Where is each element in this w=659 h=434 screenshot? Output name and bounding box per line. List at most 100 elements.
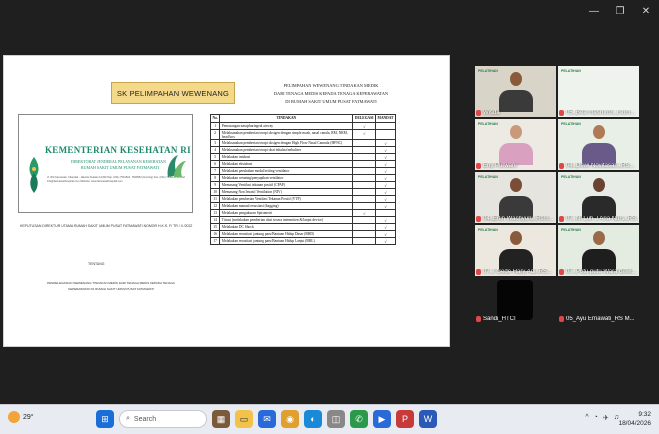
widget-icon[interactable]: ▦ (212, 410, 230, 428)
tile-logo: PELATIHAN (478, 69, 498, 73)
cell-delegasi (352, 216, 376, 225)
search-box[interactable]: ⌕ Search (119, 410, 207, 428)
cell-no: 3 (209, 139, 221, 148)
participant-tile[interactable]: PELATIHAN 04_Dewi Novitasari_RS... (558, 119, 639, 170)
table-row: 14 Titrasi (melakukan pemberian obat seca… (209, 216, 396, 225)
mic-muted-icon (476, 269, 481, 275)
cell-no: 9 (209, 181, 221, 190)
participant-name-label: 07_I Gede Hary Adi_RS... (476, 269, 555, 275)
tile-logo: PELATIHAN (478, 175, 498, 179)
powerpoint-icon[interactable]: P (396, 410, 414, 428)
table-row: 11 Melakukan pemberian Ventilasi Tekanan … (209, 195, 396, 204)
mic-muted-icon (559, 269, 564, 275)
participant-tile[interactable]: PELATIHAN Wisda (475, 66, 556, 117)
participant-tile[interactable]: 05_Ayu Ernawati_RS M... (558, 278, 639, 323)
mic-muted-icon (559, 316, 564, 322)
participant-tile[interactable]: PELATIHAN Eny Purwani (475, 119, 556, 170)
participant-name: Eny Purwani (483, 163, 517, 169)
mic-muted-icon (476, 316, 481, 322)
close-button[interactable]: ✕ (639, 6, 653, 17)
start-icon[interactable]: ⊞ (96, 410, 114, 428)
minimize-button[interactable]: — (587, 6, 601, 17)
participant-body (499, 143, 533, 165)
participant-tile[interactable]: PELATIHAN 07_I Gede Hary Adi_RS... (475, 225, 556, 276)
cell-tindakan: Melakukan ekstubasi (219, 160, 354, 169)
camera-icon[interactable]: ◫ (327, 410, 345, 428)
restore-button[interactable]: ❐ (613, 6, 627, 17)
cell-no: 2 (209, 128, 221, 141)
table-row: 1 Pemasangan nasopharingeal airway √ (209, 122, 396, 130)
participant-tile[interactable]: PELATIHAN 07_Putu putu Wara dewi... (558, 225, 639, 276)
cell-no: 6 (209, 160, 221, 169)
cell-no: 5 (209, 153, 221, 162)
temperature: 29° (23, 413, 34, 421)
cell-tindakan: Pemasangan nasopharingeal airway (219, 122, 354, 130)
cell-tindakan: Melakukan weaning/penyapihan ventilator (219, 174, 354, 183)
word-icon[interactable]: W (419, 410, 437, 428)
cell-mandat: √ (375, 216, 396, 225)
mail-icon[interactable]: ✉ (258, 410, 276, 428)
cell-mandat (375, 209, 396, 218)
participant-name-label: 05_Bea masruroh_rsum... (559, 110, 638, 116)
heading-line: DARI TENAGA MEDIS KEPADA TENAGA KEPERAWA… (273, 91, 389, 96)
participant-name-label: Wisda (476, 110, 555, 116)
cell-no: 7 (209, 167, 221, 176)
cell-delegasi: √ (352, 128, 376, 141)
cell-no: 15 (209, 223, 221, 232)
zoom-icon[interactable]: ▶ (373, 410, 391, 428)
cell-delegasi (352, 153, 376, 162)
search-placeholder: Search (133, 415, 157, 423)
edge-icon[interactable]: ◐ (304, 410, 322, 428)
file-explorer-icon[interactable]: ▭ (235, 410, 253, 428)
participant-face (593, 178, 605, 192)
participant-name: 05_Bea masruroh_rsum... (566, 110, 636, 116)
wifi-icon[interactable]: ✈ (603, 414, 609, 422)
taskbar-apps: ⊞ ⌕ Search ▦ ▭ ✉ ◉ ◐ ◫ ✆ ▶ P W (96, 410, 437, 428)
participant-name-label: 07_Ni Luh J Aria Nurs_RS... (559, 216, 638, 222)
cell-tindakan: Melakukan DC Shock (219, 223, 354, 232)
cell-mandat: √ (375, 160, 396, 169)
cell-delegasi (352, 223, 376, 232)
tray-app-icon[interactable]: ◔ (594, 414, 598, 422)
weather-sun-icon (8, 411, 20, 423)
cell-mandat: √ (375, 181, 396, 190)
cell-no: 10 (209, 188, 221, 197)
participant-tile[interactable]: PELATIHAN 05_Bea masruroh_rsum... (558, 66, 639, 117)
cell-delegasi: √ (352, 122, 376, 130)
cell-delegasi (352, 146, 376, 155)
cell-no: 11 (209, 195, 221, 204)
participant-tile[interactable]: PELATIHAN 04_Erlin Wachyuni_Rsm... (475, 172, 556, 223)
participant-name-label: 04_Dewi Novitasari_RS... (559, 163, 638, 169)
cell-tindakan: Melakukan intubasi (219, 153, 354, 162)
participant-tile[interactable]: Sandi_HTCI (475, 278, 556, 323)
participant-face (510, 178, 522, 192)
clock[interactable]: 9:32 18/04/2026 (618, 410, 651, 428)
weather-widget[interactable]: 29° (8, 411, 34, 423)
tile-logo: PELATIHAN (478, 122, 498, 126)
tray-overflow-icon[interactable]: ^ (585, 414, 588, 422)
participant-name: 07_I Gede Hary Adi_RS... (483, 269, 553, 275)
chrome-icon[interactable]: ◉ (281, 410, 299, 428)
heading-line: PELIMPAHAN WEWENANG TINDAKAN MEDIK (283, 83, 379, 88)
table-row: 5 Melakukan intubasi √ (209, 153, 396, 162)
cell-mandat: √ (375, 230, 396, 239)
window-controls: — ❐ ✕ (587, 6, 653, 17)
participant-body (499, 196, 533, 218)
mic-muted-icon (476, 163, 481, 169)
search-icon: ⌕ (126, 415, 130, 422)
participant-face (510, 125, 522, 139)
cell-mandat (375, 128, 396, 141)
cell-no: 16 (209, 230, 221, 239)
cell-no: 17 (209, 237, 221, 246)
clock-time: 9:32 (638, 411, 651, 418)
table-row: 3 Melaksanakan pemberian terapi oksigen d… (209, 139, 396, 148)
participant-name-label: 05_Ayu Ernawati_RS M... (559, 316, 638, 322)
participant-tile[interactable]: PELATIHAN 07_Ni Luh J Aria Nurs_RS... (558, 172, 639, 223)
heading-line: DI RUMAH SAKIT UMUM PUSAT FATMAWATI (285, 99, 377, 104)
whatsapp-icon[interactable]: ✆ (350, 410, 368, 428)
tile-logo: PELATIHAN (561, 69, 581, 73)
cell-no: 13 (209, 209, 221, 218)
participant-body (582, 196, 616, 218)
letterhead: KEMENTERIAN KESEHATAN RI DIREKTORAT JEND… (18, 114, 193, 213)
participant-name: 04_Dewi Novitasari_RS... (566, 163, 635, 169)
